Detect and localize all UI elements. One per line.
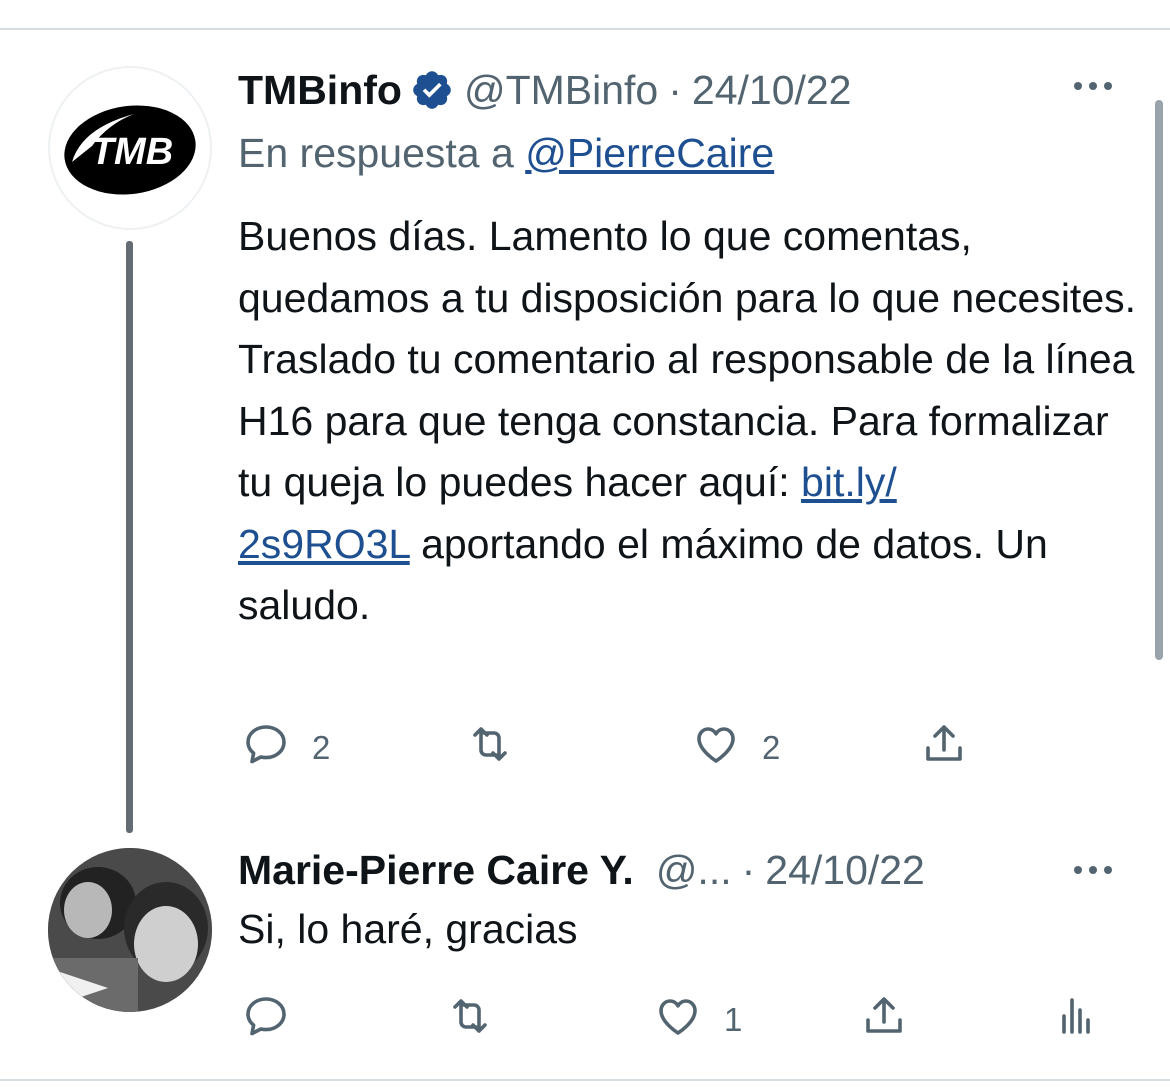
author-handle[interactable]: @... bbox=[656, 847, 732, 894]
share-button[interactable] bbox=[860, 992, 908, 1048]
tweet-header: Marie-Pierre Caire Y. @... · 24/10/22 bbox=[238, 842, 925, 898]
heart-icon bbox=[692, 720, 740, 776]
header-separator: · bbox=[668, 66, 682, 113]
tweet-header: TMBinfo @TMBinfo · 24/10/22 bbox=[238, 62, 852, 118]
author-name[interactable]: TMBinfo bbox=[238, 67, 402, 114]
like-count: 1 bbox=[724, 1001, 743, 1038]
reply-button[interactable]: 2 bbox=[242, 720, 330, 776]
retweet-icon bbox=[446, 992, 494, 1048]
share-icon bbox=[860, 992, 908, 1048]
like-count: 2 bbox=[762, 729, 781, 766]
heart-icon bbox=[654, 992, 702, 1048]
tmb-logo-text: TMB bbox=[91, 131, 173, 173]
header-separator: · bbox=[741, 846, 756, 893]
tweet-text-main: Buenos días. Lamento lo que comentas, qu… bbox=[238, 213, 1137, 505]
analytics-icon bbox=[1052, 992, 1100, 1048]
like-button[interactable]: 2 bbox=[692, 720, 780, 776]
retweet-button[interactable] bbox=[446, 992, 516, 1048]
user-avatar-photo[interactable] bbox=[48, 848, 212, 1012]
reply-context: En respuesta a @PierreCaire bbox=[238, 130, 774, 177]
reply-prefix: En respuesta a bbox=[238, 130, 514, 176]
more-icon[interactable] bbox=[1068, 66, 1118, 106]
tmb-avatar[interactable]: TMB bbox=[48, 66, 212, 230]
retweet-icon bbox=[466, 720, 514, 776]
scrollbar[interactable] bbox=[1155, 100, 1163, 660]
analytics-button[interactable] bbox=[1052, 992, 1100, 1048]
tweet-date[interactable]: 24/10/22 bbox=[692, 67, 852, 114]
share-button[interactable] bbox=[920, 720, 968, 776]
like-button[interactable]: 1 bbox=[654, 992, 742, 1048]
author-name[interactable]: Marie-Pierre Caire Y. bbox=[238, 847, 634, 894]
reply-to-mention-link[interactable]: @PierreCaire bbox=[525, 130, 774, 176]
tweet-date[interactable]: 24/10/22 bbox=[765, 847, 925, 894]
reply-icon bbox=[242, 992, 290, 1048]
reply-button[interactable] bbox=[242, 992, 312, 1048]
tweet-actions: 1 bbox=[238, 992, 1138, 1042]
tweet-link-part1[interactable]: bit.ly/ bbox=[801, 459, 897, 505]
reply-count: 2 bbox=[312, 729, 331, 766]
author-handle[interactable]: @TMBinfo bbox=[464, 67, 658, 114]
bottom-divider bbox=[0, 1079, 1170, 1081]
verified-badge-icon bbox=[410, 68, 454, 112]
top-divider bbox=[0, 28, 1170, 30]
tweet-text: Buenos días. Lamento lo que comentas, qu… bbox=[238, 206, 1138, 637]
more-icon[interactable] bbox=[1068, 850, 1118, 890]
retweet-button[interactable] bbox=[466, 720, 536, 776]
share-icon bbox=[920, 720, 968, 776]
tweet-actions: 2 2 bbox=[238, 720, 1138, 770]
tweet-text: Si, lo haré, gracias bbox=[238, 906, 578, 952]
tweet-link-part2[interactable]: 2s9RO3L bbox=[238, 521, 410, 567]
thread-connector-line bbox=[126, 241, 133, 833]
reply-icon bbox=[242, 720, 290, 776]
